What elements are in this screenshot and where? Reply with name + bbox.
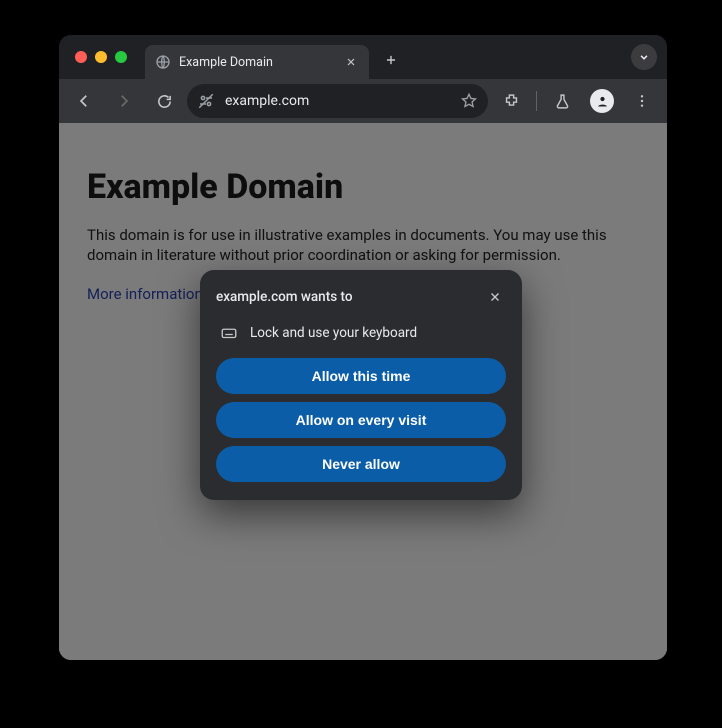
menu-button[interactable] [625, 84, 659, 118]
toolbar-divider [536, 91, 537, 111]
permission-item: Lock and use your keyboard [216, 324, 506, 342]
url-text: example.com [225, 93, 450, 109]
person-icon [590, 89, 614, 113]
forward-button[interactable] [107, 84, 141, 118]
window-maximize-button[interactable] [115, 51, 127, 63]
address-bar[interactable]: example.com [187, 84, 488, 118]
reload-button[interactable] [147, 84, 181, 118]
tab-title: Example Domain [179, 55, 335, 70]
browser-toolbar: example.com [59, 79, 667, 123]
profile-button[interactable] [585, 84, 619, 118]
allow-this-time-button[interactable]: Allow this time [216, 358, 506, 394]
browser-tab[interactable]: Example Domain [145, 45, 369, 79]
window-controls [69, 51, 137, 63]
allow-every-visit-button[interactable]: Allow on every visit [216, 402, 506, 438]
labs-button[interactable] [545, 84, 579, 118]
never-allow-button[interactable]: Never allow [216, 446, 506, 482]
new-tab-button[interactable] [377, 46, 405, 74]
globe-icon [155, 54, 171, 70]
permission-dialog: example.com wants to Lock and use your k… [200, 270, 522, 500]
tab-search-button[interactable] [631, 44, 657, 70]
permission-title: example.com wants to [216, 289, 353, 305]
tab-close-button[interactable] [343, 54, 359, 70]
back-button[interactable] [67, 84, 101, 118]
extensions-button[interactable] [494, 84, 528, 118]
browser-window: Example Domain [59, 35, 667, 660]
keyboard-icon [220, 324, 238, 342]
bookmark-button[interactable] [460, 92, 478, 110]
window-minimize-button[interactable] [95, 51, 107, 63]
site-settings-icon[interactable] [197, 92, 215, 110]
window-close-button[interactable] [75, 51, 87, 63]
tab-strip: Example Domain [59, 35, 667, 79]
permission-item-label: Lock and use your keyboard [250, 325, 417, 341]
permission-close-button[interactable] [484, 286, 506, 308]
